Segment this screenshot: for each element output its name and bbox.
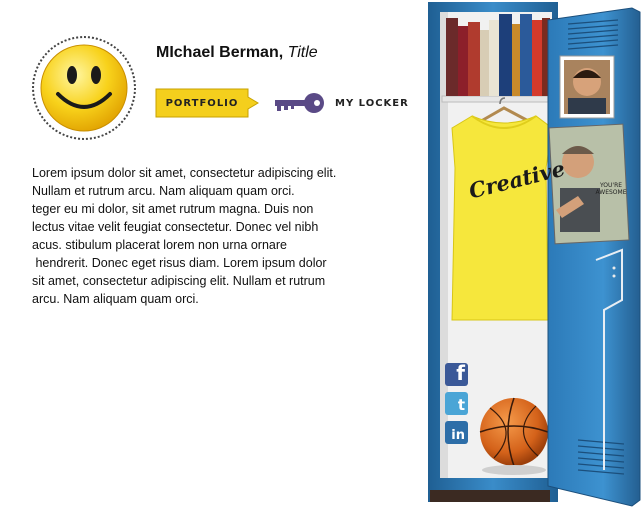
bio-line: lectus vitae velit feugiat consectetur. … (32, 220, 319, 234)
bio-line: acus. stibulum placerat lorem non urna o… (32, 238, 287, 252)
linkedin-glyph: in (451, 428, 465, 443)
facebook-icon[interactable]: f (445, 361, 468, 386)
bio-line: sit amet, consectetur adipiscing elit. N… (32, 274, 326, 288)
twitter-icon[interactable]: t (445, 392, 468, 415)
bio-line: arcu. Nam aliquam quam orci. (32, 292, 199, 306)
smiley-face-icon (40, 44, 128, 132)
yellow-shirt (451, 115, 553, 321)
avatar (32, 36, 136, 140)
profile-title: Title (287, 44, 318, 61)
my-locker-label: MY LOCKER (335, 97, 409, 109)
bio-line: Nullam et rutrum arcu. Nam aliquam quam … (32, 184, 295, 198)
portfolio-button-label: PORTFOLIO (165, 97, 239, 109)
portfolio-button[interactable]: PORTFOLIO (154, 87, 260, 119)
book (446, 18, 458, 96)
profile-name: MIchael Berman, (156, 44, 284, 61)
linkedin-icon[interactable]: in (445, 421, 468, 444)
bio-line: hendrerit. Donec eget risus diam. Lorem … (32, 256, 327, 270)
twitter-glyph: t (457, 396, 465, 414)
profile-name-line: MIchael Berman, Title (156, 44, 318, 62)
my-locker-link[interactable]: MY LOCKER (273, 92, 409, 114)
bio-line: teger eu mi dolor, sit amet rutrum magna… (32, 202, 314, 216)
poster-caption: YOU'RE AWESOME (595, 182, 627, 196)
facebook-glyph: f (456, 361, 465, 385)
key-icon (275, 93, 324, 113)
bio-paragraph: Lorem ipsum dolor sit amet, consectetur … (32, 164, 377, 308)
locker-illustration: Creative YOU'RE AWESOME f t in (428, 0, 642, 507)
bio-line: Lorem ipsum dolor sit amet, consectetur … (32, 166, 337, 180)
